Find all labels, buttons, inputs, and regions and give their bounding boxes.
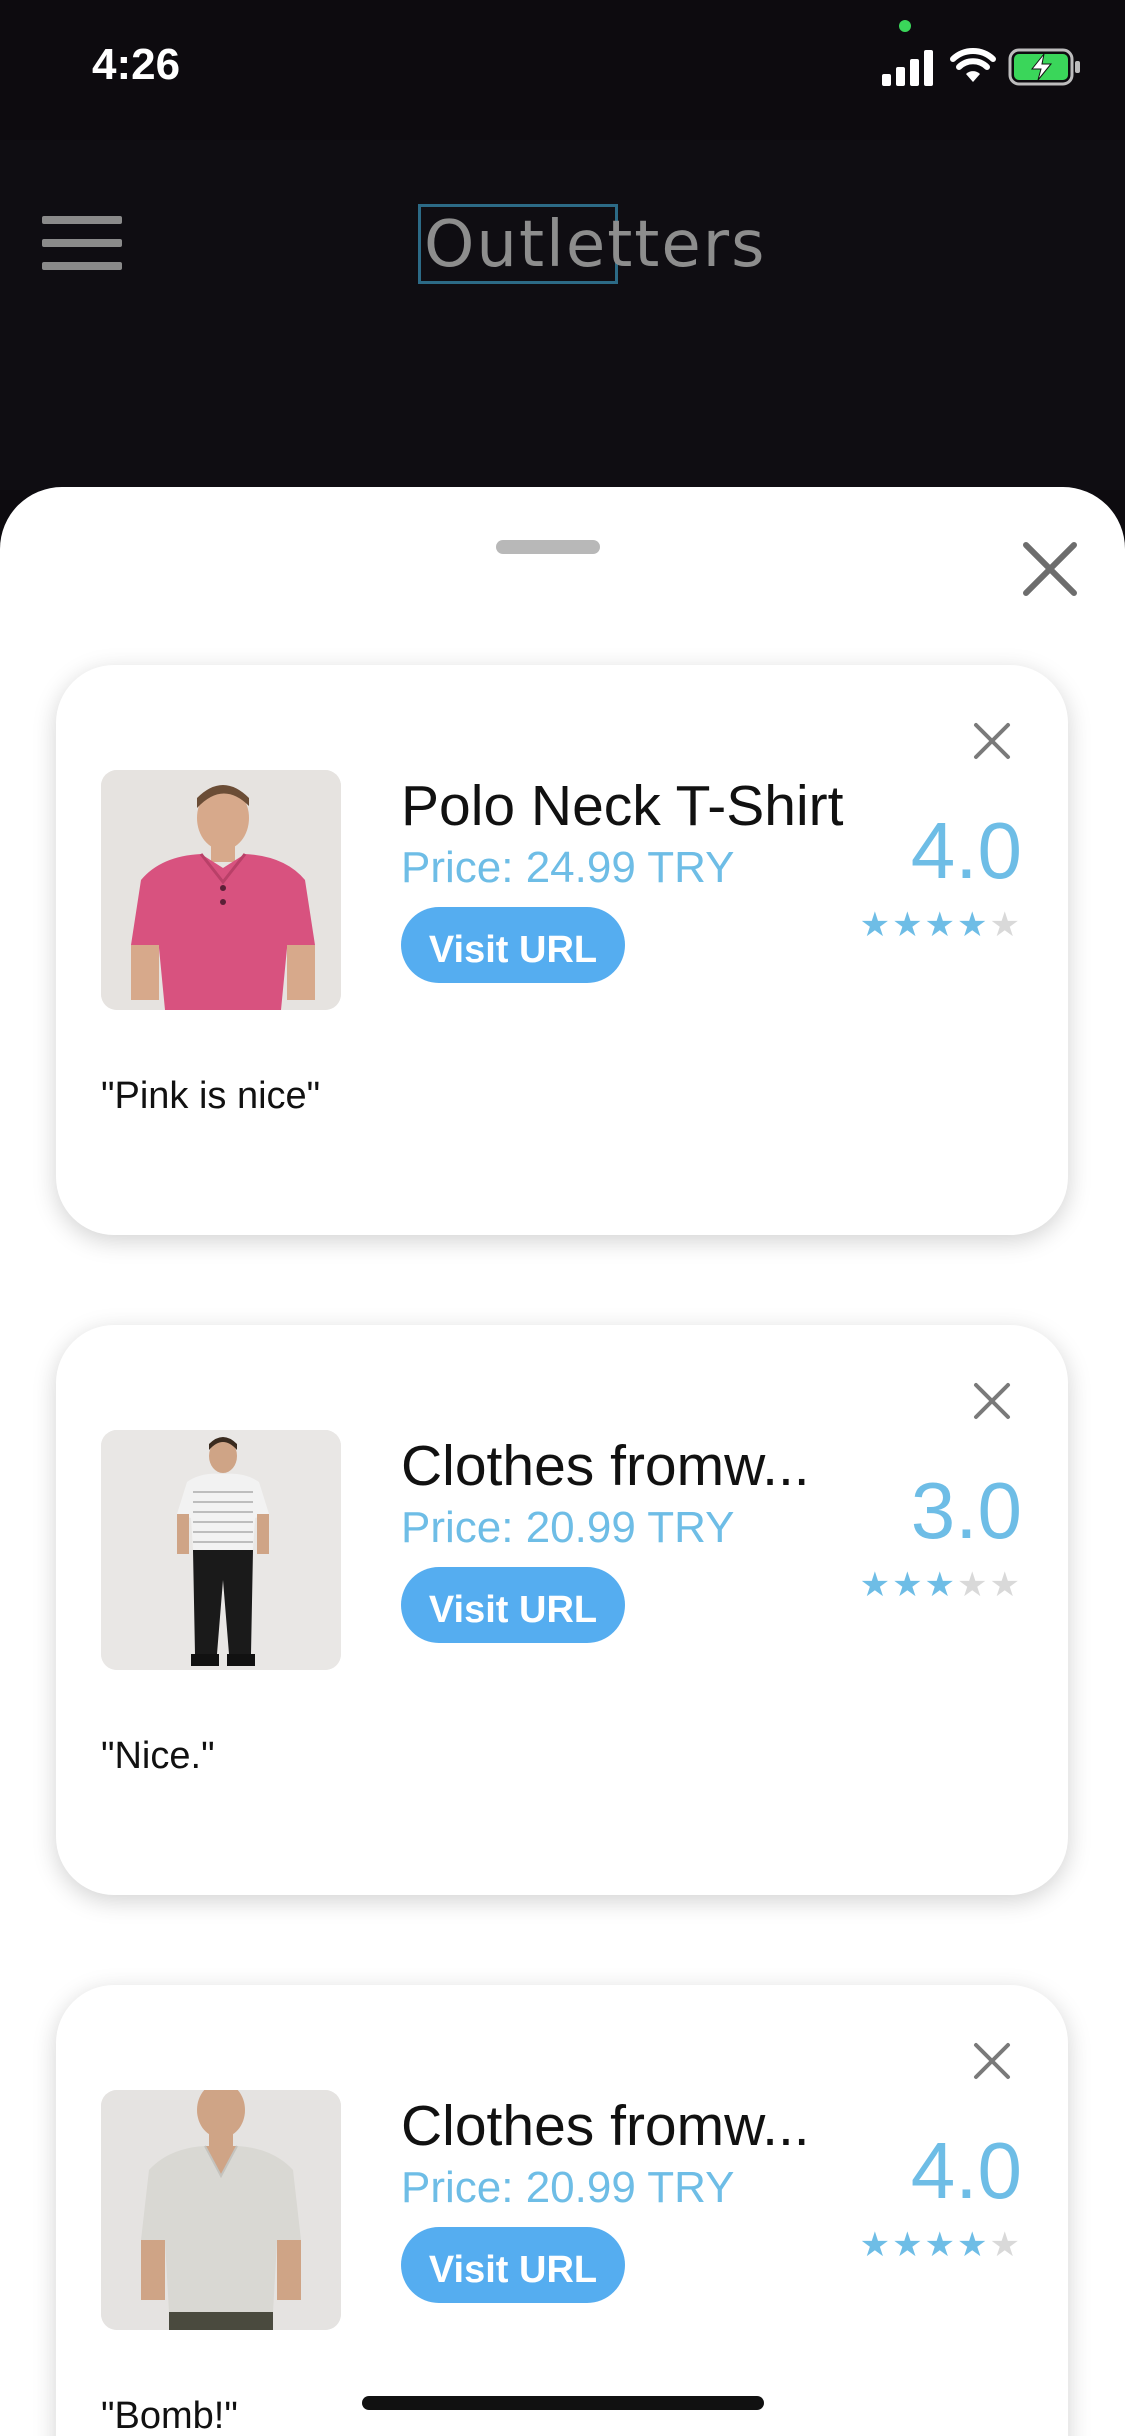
review-comment: "Pink is nice" <box>101 1075 321 1117</box>
star-empty-icon: ★ <box>989 2226 1022 2264</box>
star-filled-icon: ★ <box>892 2226 925 2264</box>
rating-value: 3.0 <box>910 1466 1022 1555</box>
rating-value: 4.0 <box>910 2126 1022 2215</box>
star-filled-icon: ★ <box>859 2226 893 2264</box>
remove-item-icon[interactable] <box>972 721 1012 761</box>
product-image[interactable] <box>101 2090 341 2330</box>
cellular-signal-icon <box>882 50 933 86</box>
grey-vneck-tee-icon <box>101 2090 341 2330</box>
star-filled-icon: ★ <box>957 906 990 944</box>
home-indicator[interactable] <box>362 2396 764 2410</box>
star-empty-icon: ★ <box>989 1566 1022 1604</box>
star-empty-icon: ★ <box>989 906 1022 944</box>
review-card: Clothes fromw... Price: 20.99 TRY Visit … <box>56 1985 1068 2436</box>
wifi-icon <box>950 48 996 82</box>
app-logo: Outletters <box>424 208 767 282</box>
bottom-sheet: Polo Neck T-Shirt Price: 24.99 TRY Visit… <box>0 487 1125 2436</box>
product-image[interactable] <box>101 1430 341 1670</box>
product-title: Polo Neck T-Shirt <box>401 774 844 838</box>
rating-value: 4.0 <box>910 806 1022 895</box>
star-filled-icon: ★ <box>859 1566 893 1604</box>
star-rating: ★★★★★ <box>860 1565 1022 1605</box>
star-empty-icon: ★ <box>957 1566 990 1604</box>
review-comment: "Nice." <box>101 1735 215 1777</box>
hamburger-menu-icon[interactable] <box>42 216 122 272</box>
sheet-grabber-handle[interactable] <box>496 540 600 554</box>
star-filled-icon: ★ <box>892 906 925 944</box>
product-title: Clothes fromw... <box>401 1434 810 1498</box>
remove-item-icon[interactable] <box>972 2041 1012 2081</box>
status-time: 4:26 <box>92 40 181 89</box>
product-price: Price: 20.99 TRY <box>401 1503 735 1552</box>
star-rating: ★★★★★ <box>860 2225 1022 2265</box>
star-filled-icon: ★ <box>892 1566 925 1604</box>
visit-url-button[interactable]: Visit URL <box>401 907 625 983</box>
star-filled-icon: ★ <box>924 1566 958 1604</box>
review-comment: "Bomb!" <box>101 2395 238 2436</box>
sheet-close-icon[interactable] <box>1016 535 1084 603</box>
review-card: Clothes fromw... Price: 20.99 TRY Visit … <box>56 1325 1068 1895</box>
app-header <box>0 140 1125 490</box>
star-filled-icon: ★ <box>957 2226 990 2264</box>
star-rating: ★★★★★ <box>860 905 1022 945</box>
star-filled-icon: ★ <box>859 906 893 944</box>
star-filled-icon: ★ <box>924 906 958 944</box>
product-price: Price: 20.99 TRY <box>401 2163 735 2212</box>
review-card: Polo Neck T-Shirt Price: 24.99 TRY Visit… <box>56 665 1068 1235</box>
battery-charging-icon <box>1008 48 1080 86</box>
product-title: Clothes fromw... <box>401 2094 810 2158</box>
pink-polo-shirt-icon <box>101 770 341 1010</box>
striped-tee-joggers-icon <box>101 1430 341 1670</box>
visit-url-button[interactable]: Visit URL <box>401 2227 625 2303</box>
product-image[interactable] <box>101 770 341 1010</box>
status-bar: 4:26 <box>0 0 1125 140</box>
star-filled-icon: ★ <box>924 2226 958 2264</box>
remove-item-icon[interactable] <box>972 1381 1012 1421</box>
visit-url-button[interactable]: Visit URL <box>401 1567 625 1643</box>
privacy-indicator-dot <box>899 20 911 32</box>
product-price: Price: 24.99 TRY <box>401 843 735 892</box>
